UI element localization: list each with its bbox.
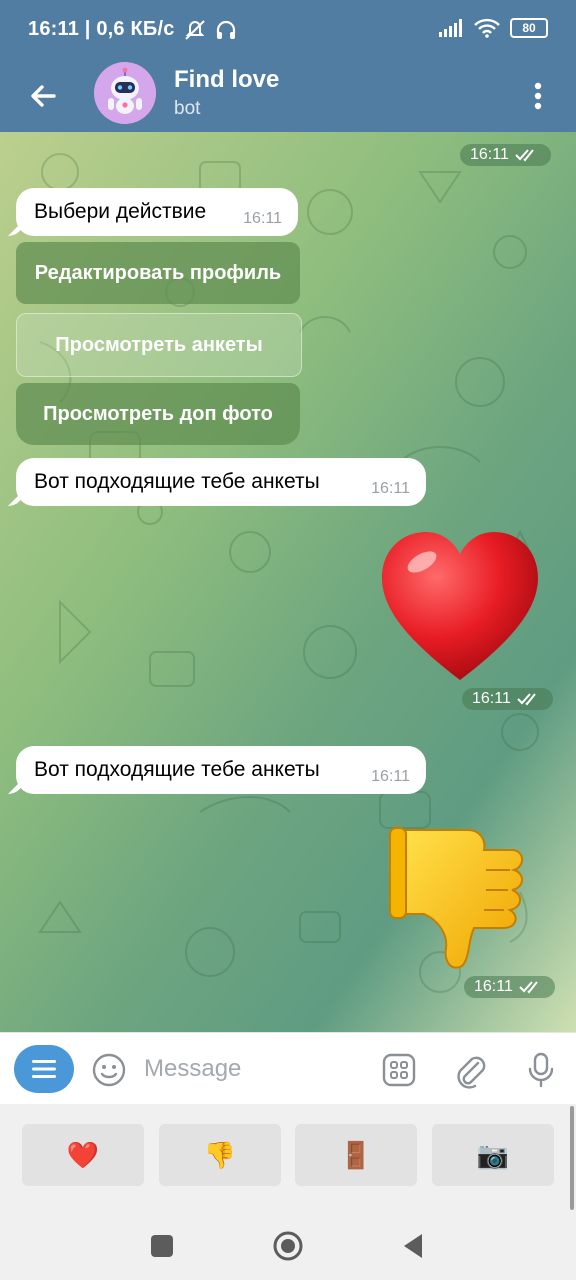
chat-area[interactable]: 16:11 Выбери действие 16:11 Редактироват…: [0, 132, 576, 1032]
microphone-icon[interactable]: [522, 1051, 560, 1089]
double-check-icon: [519, 981, 538, 994]
message-text: Вот подходящие тебе анкеты: [34, 758, 320, 781]
bot-reply-keyboard: ❤️ 👎 🚪 📷: [0, 1104, 576, 1212]
message-text: Вот подходящие тебе анкеты: [34, 470, 320, 493]
double-check-icon: [517, 693, 536, 706]
message-time-pill: 16:11: [464, 976, 555, 998]
message-input[interactable]: Message: [144, 1055, 241, 1083]
chat-subtitle: bot: [174, 98, 201, 119]
message-time: 16:11: [470, 146, 509, 163]
message-time: 16:11: [472, 690, 511, 707]
battery-level: 80: [522, 21, 536, 35]
reply-key-thumbs-down[interactable]: 👎: [159, 1124, 281, 1186]
avatar[interactable]: [94, 62, 156, 124]
chat-header: Find love bot: [0, 60, 576, 132]
back-arrow-icon[interactable]: [24, 76, 64, 116]
inline-button-view-profiles[interactable]: Просмотреть анкеты: [16, 313, 302, 377]
incoming-message[interactable]: Вот подходящие тебе анкеты 16:11: [16, 746, 426, 794]
chat-title[interactable]: Find love: [174, 66, 279, 94]
message-time-pill: 16:11: [460, 144, 551, 166]
incoming-message[interactable]: Вот подходящие тебе анкеты 16:11: [16, 458, 426, 506]
more-menu-icon[interactable]: [518, 76, 558, 116]
wifi-icon: [474, 18, 500, 38]
bot-menu-button[interactable]: [14, 1045, 74, 1093]
message-time: 16:11: [371, 768, 410, 785]
system-nav-bar: [0, 1212, 576, 1280]
message-time: 16:11: [474, 978, 513, 995]
message-text: Выбери действие: [34, 200, 207, 223]
hamburger-icon: [32, 1060, 56, 1078]
inline-button-view-extra-photos[interactable]: Просмотреть доп фото: [16, 383, 300, 445]
reply-key-door[interactable]: 🚪: [295, 1124, 417, 1186]
incoming-message[interactable]: Выбери действие 16:11: [16, 188, 298, 236]
emoji-icon[interactable]: [90, 1051, 128, 1089]
inline-button-edit-profile[interactable]: Редактировать профиль: [16, 242, 300, 304]
status-bar: 16:11 | 0,6 КБ/с 80: [0, 0, 576, 60]
message-time: 16:11: [371, 480, 410, 497]
robot-avatar-icon: [94, 62, 156, 124]
signal-icon: [439, 19, 462, 37]
reply-key-camera[interactable]: 📷: [432, 1124, 554, 1186]
battery-icon: 80: [510, 18, 548, 38]
bot-keyboard-icon[interactable]: [380, 1051, 418, 1089]
status-time-speed: 16:11 | 0,6 КБ/с: [28, 18, 175, 40]
reply-key-heart[interactable]: ❤️: [22, 1124, 144, 1186]
headphones-icon: [216, 20, 235, 39]
back-nav-icon[interactable]: [400, 1232, 426, 1260]
mute-icon: [184, 19, 205, 40]
message-composer: Message: [0, 1032, 576, 1105]
home-icon[interactable]: [272, 1230, 304, 1262]
keyboard-scrollbar[interactable]: [570, 1106, 574, 1210]
heart-sticker[interactable]: [380, 530, 540, 685]
message-time-pill: 16:11: [462, 688, 553, 710]
message-time: 16:11: [243, 210, 282, 227]
thumbs-down-sticker[interactable]: [388, 820, 530, 972]
double-check-icon: [515, 149, 534, 162]
recents-icon[interactable]: [150, 1234, 174, 1258]
attach-icon[interactable]: [452, 1051, 490, 1089]
